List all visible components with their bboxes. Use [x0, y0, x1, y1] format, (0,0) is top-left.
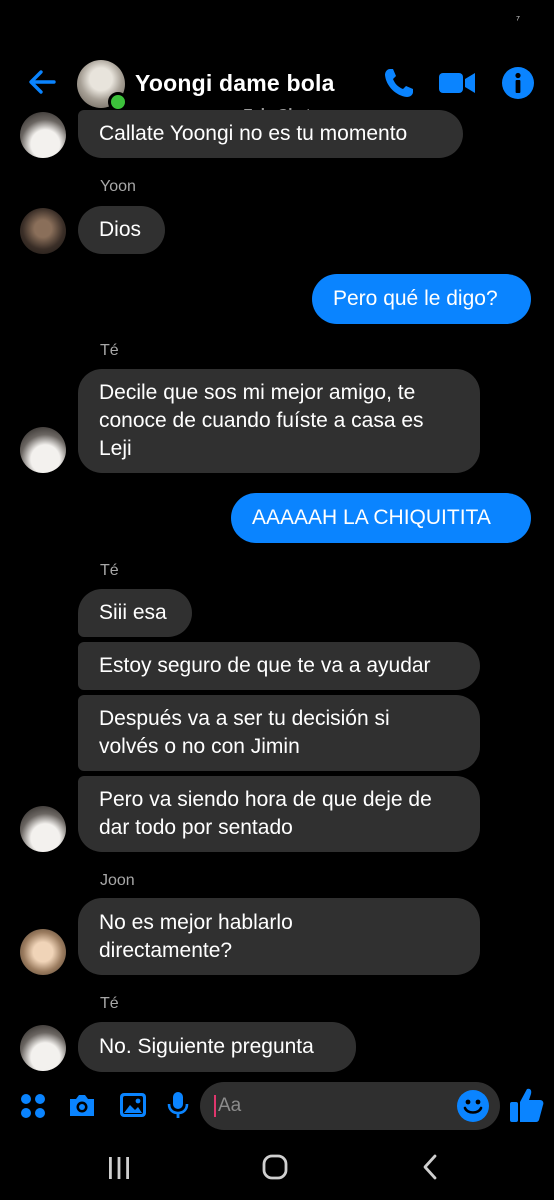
sender-name: Té	[100, 995, 119, 1012]
message-input-placeholder: Aa	[214, 1095, 241, 1117]
message-bubble[interactable]: Estoy seguro de que te va a ayudar	[78, 642, 480, 690]
sender-name: Té	[100, 562, 119, 579]
message-text-line: volvés o no con Jimin	[99, 735, 300, 758]
back-icon[interactable]	[418, 1153, 444, 1181]
video-camera-icon[interactable]	[438, 66, 476, 100]
status-bar: ⁷	[0, 0, 554, 50]
message-bubble[interactable]: Callate Yoongi no es tu momento	[78, 110, 463, 158]
message-text: Dios	[99, 218, 142, 241]
message-text: Siii esa	[99, 601, 167, 624]
sender-avatar[interactable]	[20, 112, 66, 158]
sender-avatar[interactable]	[20, 929, 66, 975]
message-bubble[interactable]: Después va a ser tu decisión si volvés o…	[78, 695, 480, 771]
system-navigation-bar	[0, 1140, 554, 1200]
message-text-line: Leji	[99, 437, 132, 460]
message-text: Callate Yoongi no es tu momento	[99, 122, 408, 145]
message-bubble[interactable]: Pero va siendo hora de que deje de dar t…	[78, 776, 480, 852]
microphone-icon[interactable]	[163, 1090, 193, 1120]
message-text-line: Pero va siendo hora de que deje de	[99, 788, 432, 811]
message-bubble[interactable]: Dios	[78, 206, 165, 254]
message-bubble[interactable]: Siii esa	[78, 589, 192, 637]
message-text-line: Decile que sos mi mejor amigo, te	[99, 381, 416, 404]
message-text-line: Después va a ser tu decisión si	[99, 707, 390, 730]
emoji-icon[interactable]	[456, 1089, 490, 1123]
chat-title[interactable]: Yoongi dame bola	[135, 70, 335, 97]
sender-name: Yoon	[100, 178, 136, 195]
message-bubble-outgoing[interactable]: Pero qué le digo?	[312, 274, 531, 324]
message-text: Pero qué le digo?	[333, 287, 498, 310]
message-text: Estoy seguro de que te va a ayudar	[99, 654, 431, 677]
sender-avatar[interactable]	[20, 1025, 66, 1071]
camera-icon[interactable]	[67, 1090, 97, 1120]
message-bubble[interactable]: No es mejor hablarlo directamente?	[78, 898, 480, 975]
message-bubble[interactable]: No. Siguiente pregunta	[78, 1022, 356, 1072]
message-text: No. Siguiente pregunta	[99, 1035, 314, 1058]
recent-apps-icon[interactable]	[106, 1155, 132, 1181]
message-input[interactable]: Aa	[200, 1082, 500, 1130]
back-arrow-icon[interactable]	[26, 66, 58, 98]
image-icon[interactable]	[118, 1090, 148, 1120]
message-text-line: directamente?	[99, 938, 233, 962]
sender-avatar[interactable]	[20, 806, 66, 852]
message-text-line: dar todo por sentado	[99, 816, 293, 839]
menu-dots-icon[interactable]	[19, 1092, 47, 1120]
message-bubble[interactable]: Decile que sos mi mejor amigo, te conoce…	[78, 369, 480, 473]
home-icon[interactable]	[261, 1153, 289, 1181]
sender-avatar[interactable]	[20, 208, 66, 254]
sender-name: Joon	[100, 872, 135, 889]
phone-icon[interactable]	[382, 66, 416, 100]
message-bubble-outgoing[interactable]: AAAAAH LA CHIQUITITA	[231, 493, 531, 543]
sender-name: Té	[100, 342, 119, 359]
message-text-line: No es mejor hablarlo	[99, 910, 293, 934]
message-text-line: conoce de cuando fuíste a casa es	[99, 409, 424, 432]
status-glyph: ⁷	[516, 14, 520, 26]
sender-avatar[interactable]	[20, 427, 66, 473]
like-icon[interactable]	[508, 1086, 544, 1124]
message-text: AAAAAH LA CHIQUITITA	[252, 506, 491, 529]
info-icon[interactable]	[501, 66, 535, 100]
